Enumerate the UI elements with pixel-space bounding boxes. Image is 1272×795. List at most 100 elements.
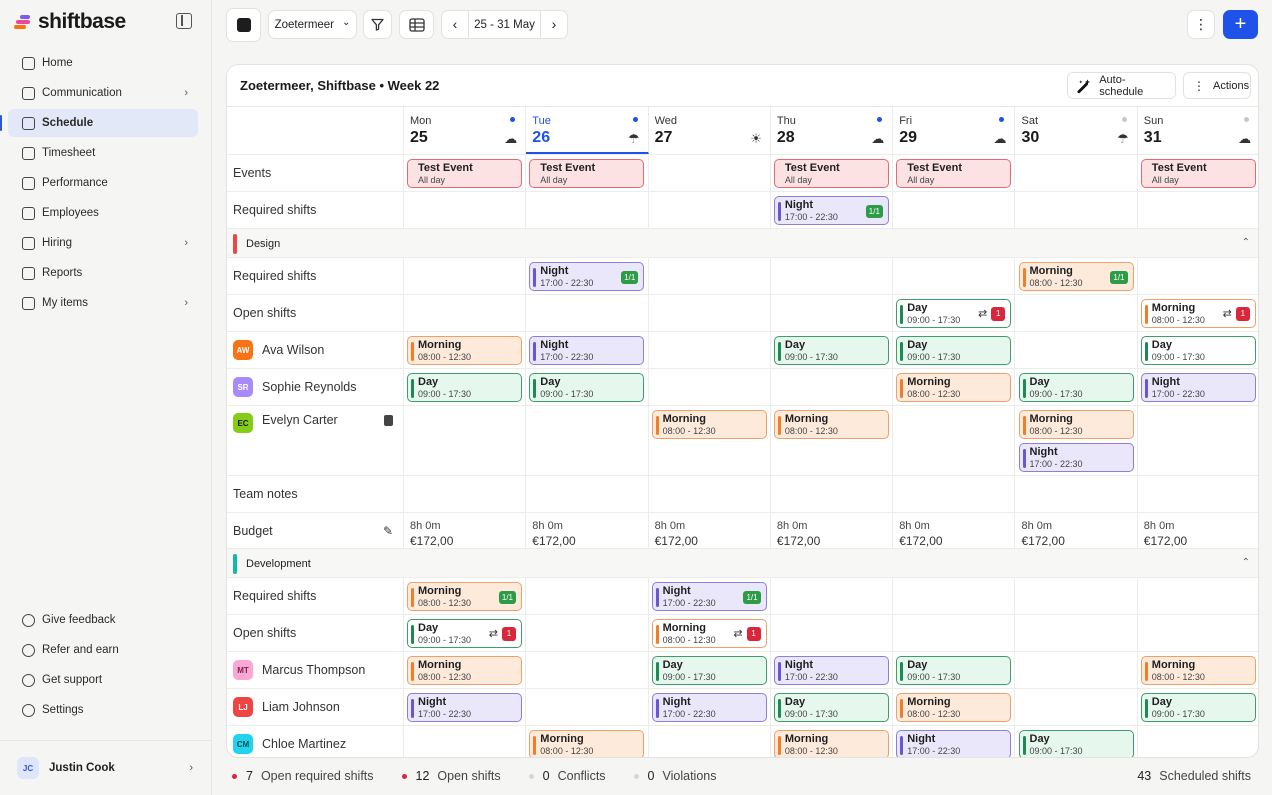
day-header-tue[interactable]: Tue 26 ☂ — [526, 107, 649, 154]
chevron-up-icon[interactable]: ⌃ — [1242, 557, 1250, 568]
shift-card[interactable]: Night 17:00 - 22:30 — [407, 693, 522, 722]
day-cell[interactable] — [404, 295, 527, 331]
day-cell[interactable] — [1138, 192, 1258, 228]
employee-cell[interactable]: CM Chloe Martinez — [227, 726, 404, 757]
logo[interactable]: shiftbase — [14, 10, 126, 34]
day-cell[interactable] — [526, 295, 649, 331]
note-cell[interactable] — [771, 476, 894, 512]
sidebar-item-employees[interactable]: Employees — [8, 199, 198, 227]
day-cell[interactable] — [649, 258, 771, 294]
day-cell[interactable] — [893, 258, 1016, 294]
shift-card[interactable]: Day 09:00 - 17:30 — [651, 656, 767, 685]
shift-card[interactable]: Morning 08:00 - 12:30 ⇄ 1 — [1140, 299, 1256, 328]
date-range-label[interactable]: 25 - 31 May — [474, 19, 535, 31]
sidebar-item-hiring[interactable]: Hiring › — [8, 229, 198, 257]
note-cell[interactable] — [649, 476, 771, 512]
note-cell[interactable] — [526, 476, 649, 512]
event-card[interactable]: Test Event All day — [407, 159, 522, 188]
day-header-sun[interactable]: Sun 31 ☁ — [1138, 107, 1258, 154]
shift-card[interactable]: Morning 08:00 - 12:30 — [773, 410, 889, 439]
shift-card[interactable]: Day 09:00 - 17:30 — [407, 373, 522, 402]
shift-card[interactable]: Day 09:00 - 17:30 — [896, 656, 1012, 685]
day-cell[interactable] — [1016, 652, 1138, 688]
event-card[interactable]: Test Event All day — [1140, 159, 1256, 188]
filter-button[interactable] — [363, 10, 392, 39]
open-required-stat[interactable]: 7 Open required shifts — [226, 769, 374, 783]
day-cell[interactable] — [649, 155, 771, 191]
shift-card[interactable]: Night 17:00 - 22:30 — [773, 656, 889, 685]
shift-card[interactable]: Night 17:00 - 22:30 — [896, 730, 1012, 757]
day-cell[interactable] — [1138, 578, 1258, 614]
sidebar-item-refer-and-earn[interactable]: Refer and earn — [8, 636, 198, 664]
day-cell[interactable] — [649, 192, 771, 228]
shift-card[interactable]: Night 17:00 - 22:30 — [651, 693, 767, 722]
shift-card[interactable]: Night 17:00 - 22:30 — [529, 336, 645, 365]
open-shifts-stat[interactable]: 12 Open shifts — [396, 769, 501, 783]
sidebar-item-reports[interactable]: Reports — [8, 259, 198, 287]
user-menu[interactable]: JC Justin Cook › — [0, 740, 211, 795]
day-cell[interactable] — [526, 689, 649, 725]
shift-card[interactable]: Morning 08:00 - 12:30 — [407, 336, 522, 365]
day-cell[interactable] — [771, 369, 894, 405]
shift-card[interactable]: Day 09:00 - 17:30 ⇄ 1 — [896, 299, 1012, 328]
day-header-sat[interactable]: Sat 30 ☂ — [1016, 107, 1138, 154]
day-cell[interactable] — [1138, 406, 1258, 475]
shift-card[interactable]: Morning 08:00 - 12:30 — [1018, 410, 1134, 439]
shift-card[interactable]: Day 09:00 - 17:30 — [1140, 336, 1256, 365]
day-cell[interactable] — [526, 578, 649, 614]
shift-card[interactable]: Morning 08:00 - 12:30 — [773, 730, 889, 757]
employee-cell[interactable]: LJ Liam Johnson — [227, 689, 404, 725]
add-button[interactable]: + — [1223, 10, 1258, 39]
day-cell[interactable] — [649, 332, 771, 368]
employee-cell[interactable]: MT Marcus Thompson — [227, 652, 404, 688]
day-cell[interactable] — [526, 192, 649, 228]
day-cell[interactable] — [649, 369, 771, 405]
event-card[interactable]: Test Event All day — [896, 159, 1012, 188]
shift-card[interactable]: Morning 08:00 - 12:30 — [896, 373, 1012, 402]
day-header-thu[interactable]: Thu 28 ☁ — [771, 107, 894, 154]
chevron-up-icon[interactable]: ⌃ — [1242, 237, 1250, 248]
day-cell[interactable] — [649, 295, 771, 331]
shift-card[interactable]: Morning 08:00 - 12:30 1/1 — [1018, 262, 1134, 291]
auto-schedule-button[interactable]: Auto-schedule — [1067, 72, 1176, 99]
next-week-button[interactable]: › — [539, 11, 567, 38]
sidebar-item-schedule[interactable]: Schedule — [0, 109, 198, 137]
prev-week-button[interactable]: ‹ — [442, 11, 469, 38]
shift-card[interactable]: Morning 08:00 - 12:30 — [407, 656, 522, 685]
employee-cell[interactable]: SR Sophie Reynolds — [227, 369, 404, 405]
day-cell[interactable] — [893, 578, 1016, 614]
sidebar-item-settings[interactable]: Settings — [8, 696, 198, 724]
view-toggle-button[interactable] — [399, 10, 434, 39]
note-cell[interactable] — [1016, 476, 1138, 512]
shift-card[interactable]: Morning 08:00 - 12:30 — [896, 693, 1012, 722]
shift-card[interactable]: Night 17:00 - 22:30 1/1 — [529, 262, 645, 291]
day-cell[interactable] — [771, 578, 894, 614]
day-cell[interactable] — [1138, 258, 1258, 294]
pencil-icon[interactable]: ✎ — [383, 524, 393, 538]
day-cell[interactable] — [404, 258, 527, 294]
shift-card[interactable]: Night 17:00 - 22:30 1/1 — [651, 582, 767, 611]
day-cell[interactable] — [771, 295, 894, 331]
sidebar-item-timesheet[interactable]: Timesheet — [8, 139, 198, 167]
note-icon[interactable] — [384, 415, 393, 426]
day-cell[interactable] — [404, 406, 527, 475]
day-header-wed[interactable]: Wed 27 ☀ — [649, 107, 771, 154]
note-cell[interactable] — [404, 476, 527, 512]
day-cell[interactable] — [771, 258, 894, 294]
shift-card[interactable]: Morning 08:00 - 12:30 ⇄ 1 — [651, 619, 767, 648]
day-header-fri[interactable]: Fri 29 ☁ — [893, 107, 1016, 154]
day-cell[interactable] — [1138, 726, 1258, 757]
conflicts-stat[interactable]: 0 Conflicts — [523, 769, 606, 783]
day-cell[interactable] — [771, 615, 894, 651]
shift-card[interactable]: Day 09:00 - 17:30 — [1018, 730, 1134, 757]
violations-stat[interactable]: 0 Violations — [628, 769, 716, 783]
day-cell[interactable] — [404, 726, 527, 757]
shift-card[interactable]: Day 09:00 - 17:30 — [1018, 373, 1134, 402]
shift-card[interactable]: Day 09:00 - 17:30 ⇄ 1 — [407, 619, 522, 648]
employee-cell[interactable]: AW Ava Wilson — [227, 332, 404, 368]
shift-card[interactable]: Night 17:00 - 22:30 — [1018, 443, 1134, 472]
sidebar-collapse-icon[interactable] — [176, 13, 192, 29]
more-options-button[interactable]: ⋮ — [1187, 10, 1215, 39]
workspace-button[interactable] — [226, 8, 261, 42]
day-cell[interactable] — [1016, 615, 1138, 651]
